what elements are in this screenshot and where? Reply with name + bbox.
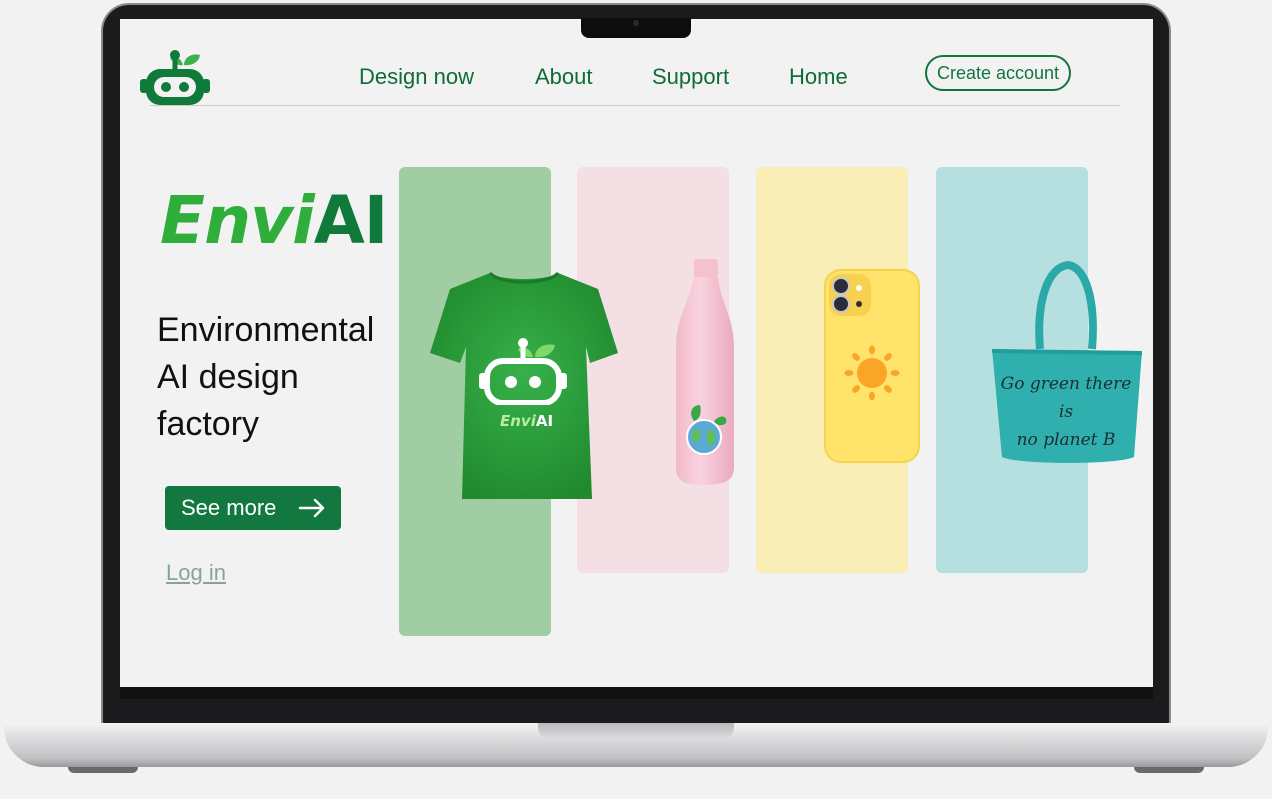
laptop-foot-left [68, 767, 138, 773]
website-screen: Design now About Support Home Create acc… [120, 19, 1153, 687]
sun-icon [844, 345, 900, 401]
nav-support[interactable]: Support [652, 64, 729, 90]
tagline-line: Environmental [157, 311, 375, 349]
hero-tagline: Environmental AI design factory [157, 307, 374, 448]
create-account-button[interactable]: Create account [925, 55, 1071, 91]
brand-suffix: AI [313, 182, 389, 259]
nav-about[interactable]: About [535, 64, 593, 90]
screen-bezel-bottom [120, 687, 1153, 699]
arrow-right-icon [299, 498, 325, 518]
tote-bag-slogan: Go green there is no planet B [992, 370, 1140, 454]
tshirt-robot-logo-icon [479, 338, 567, 405]
log-in-link[interactable]: Log in [166, 560, 226, 586]
tagline-line: AI design [157, 358, 299, 396]
camera-icon [633, 20, 639, 26]
laptop-trackpad-lip [538, 723, 734, 739]
tshirt-logo-suffix: AI [535, 412, 554, 430]
brand-prefix: Envi [160, 182, 315, 259]
see-more-button[interactable]: See more [165, 486, 341, 530]
tote-bag-slogan-line: Go green there is [1000, 374, 1132, 422]
robot-logo-icon[interactable] [140, 49, 212, 107]
laptop-foot-right [1134, 767, 1204, 773]
nav-divider [150, 105, 1120, 106]
see-more-label: See more [181, 495, 277, 520]
water-bottle-image [676, 259, 734, 485]
tagline-line: factory [157, 405, 260, 443]
brand-title: EnviAI [160, 182, 389, 259]
nav-design-now[interactable]: Design now [359, 64, 474, 90]
tshirt-logo-text: EnviAI [500, 412, 553, 430]
tote-bag-slogan-line: no planet B [1016, 430, 1116, 450]
tshirt-logo-prefix: Envi [500, 412, 536, 430]
nav-home[interactable]: Home [789, 64, 848, 90]
